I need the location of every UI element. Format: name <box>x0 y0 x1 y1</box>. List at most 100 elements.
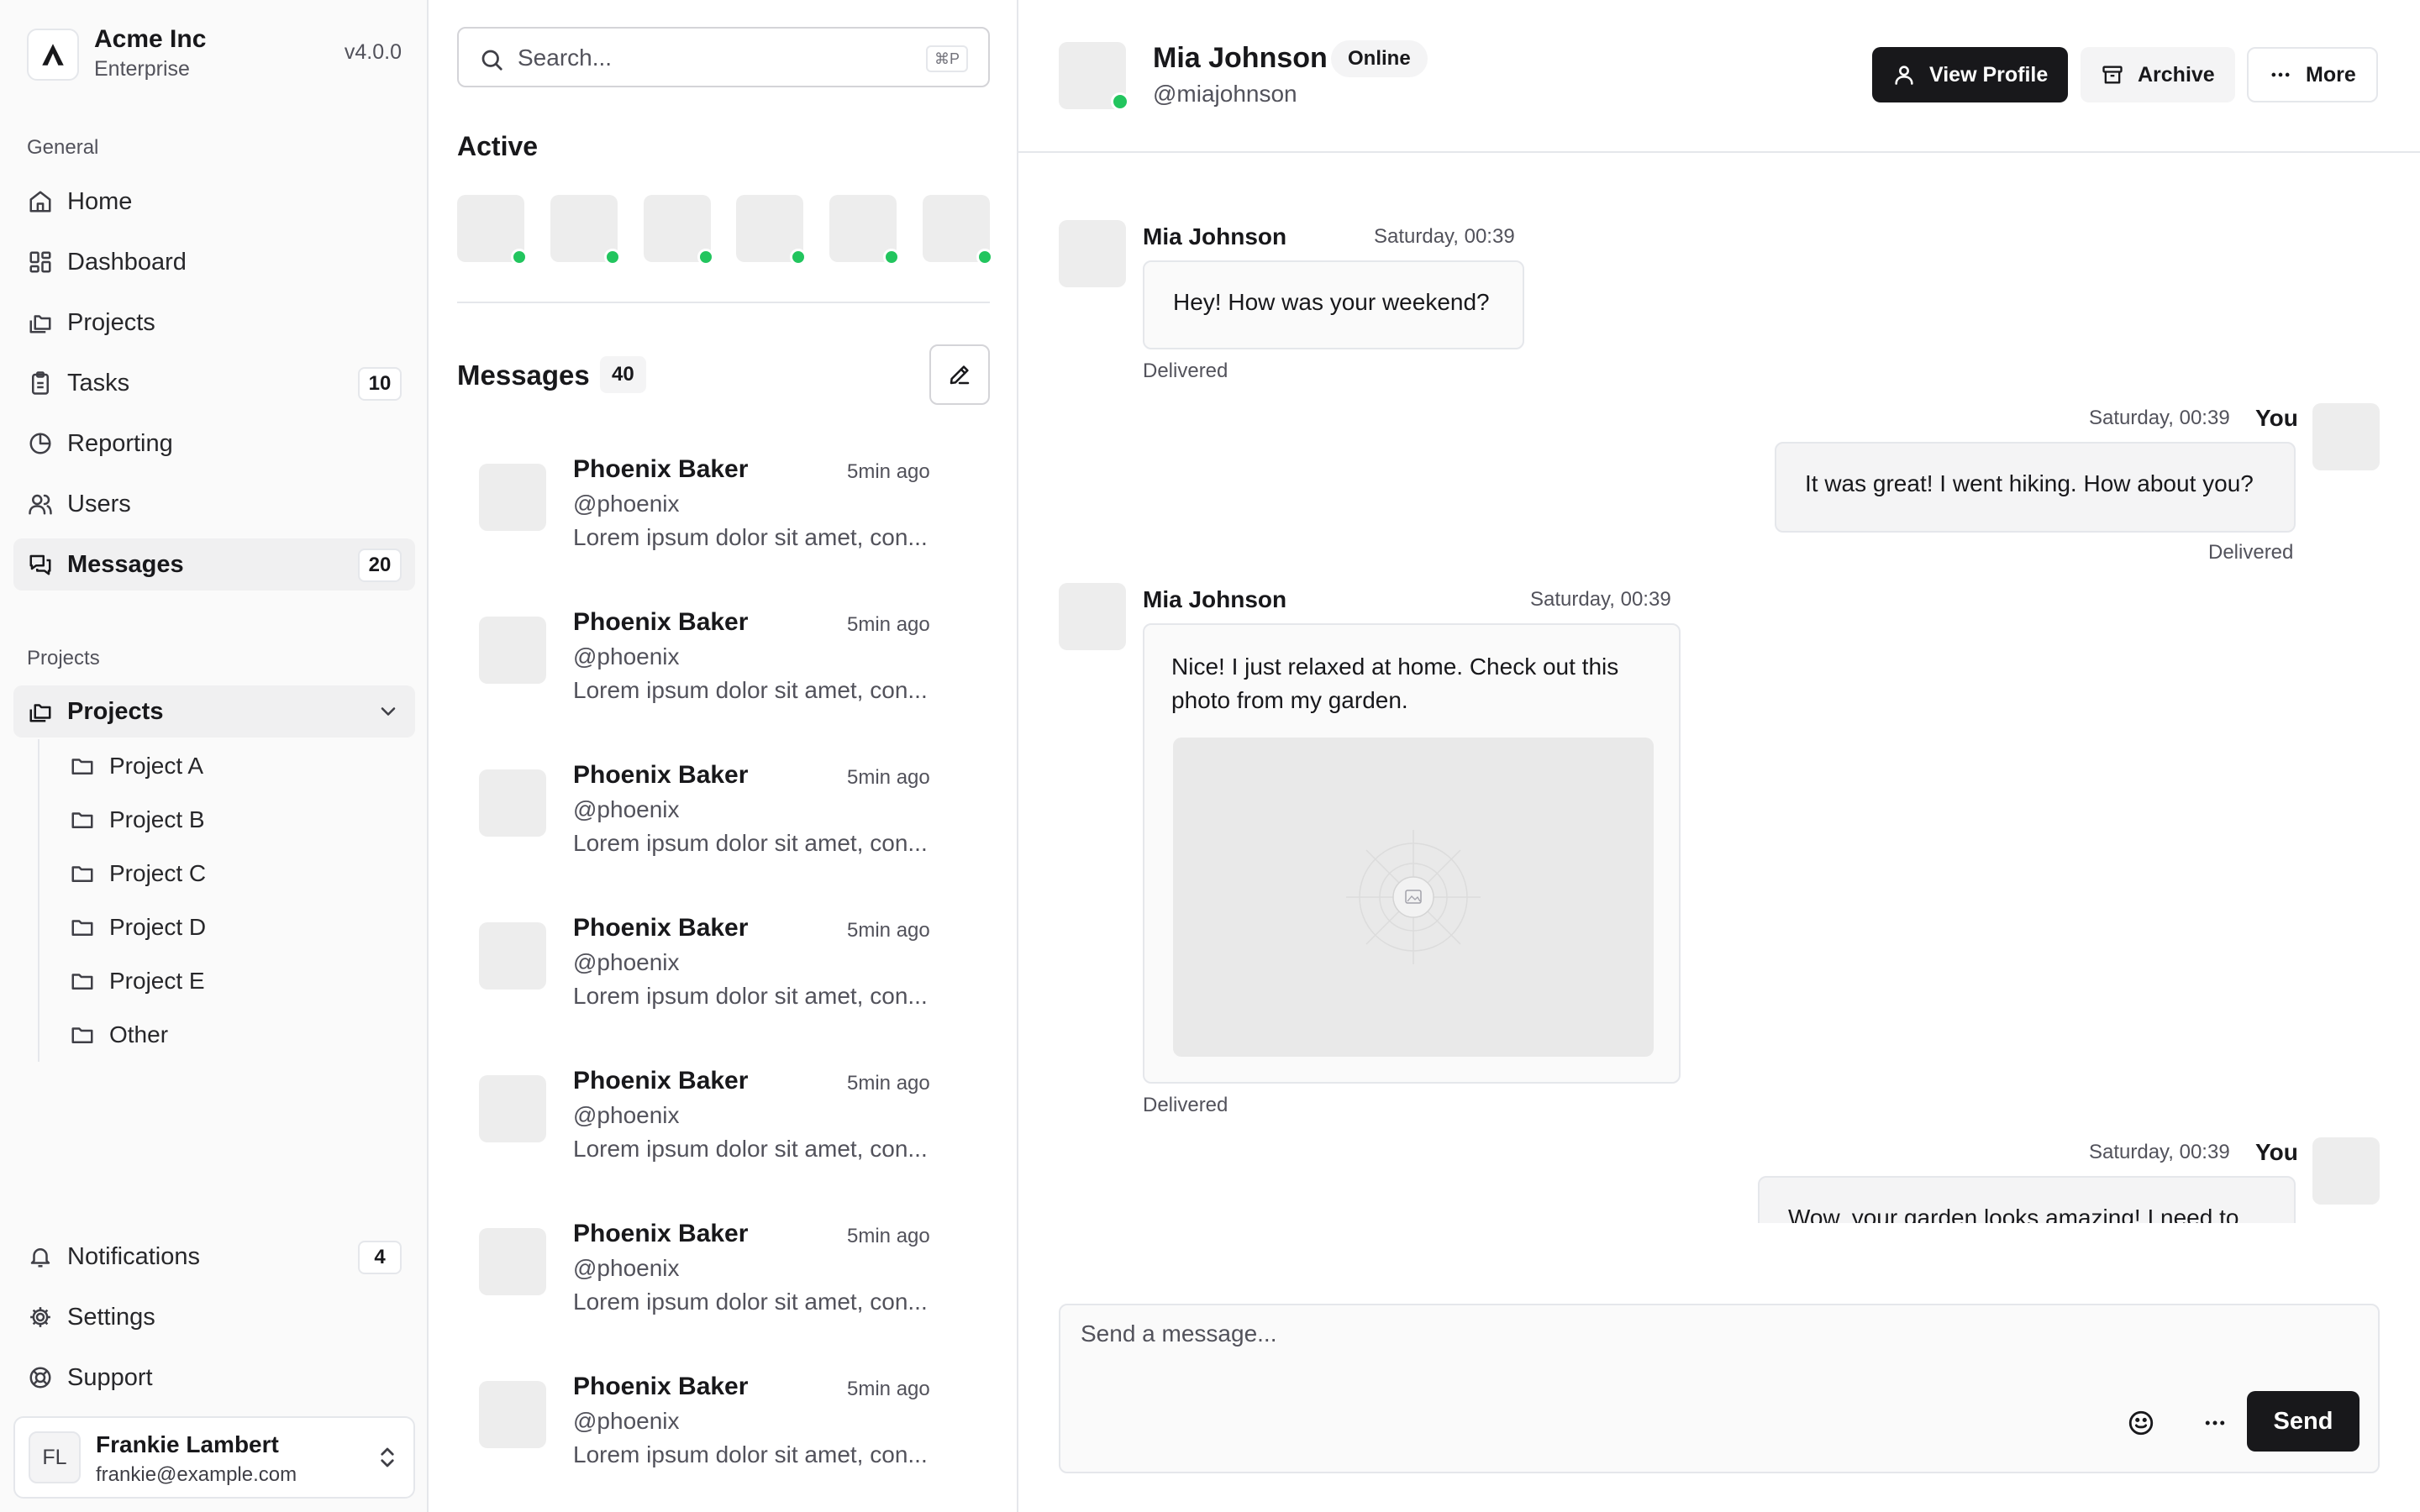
workspace-switcher[interactable]: Acme Inc Enterprise v4.0.0 <box>27 25 402 82</box>
project-item-other[interactable]: Other <box>69 1016 168 1053</box>
sidebar-item-settings[interactable]: Settings <box>13 1291 415 1343</box>
conversation-item[interactable]: Phoenix Baker 5min ago @phoenix Lorem ip… <box>469 914 990 1023</box>
active-user-avatar[interactable] <box>457 195 528 265</box>
sidebar-item-label: Notifications <box>67 1242 200 1270</box>
conversation-time: 5min ago <box>847 766 930 789</box>
conversation-preview: Lorem ipsum dolor sit amet, con... <box>573 1289 928 1315</box>
conversation-name: Phoenix Baker <box>573 761 749 789</box>
section-label-projects: Projects <box>27 647 100 669</box>
active-user-avatar[interactable] <box>923 195 993 265</box>
avatar[interactable] <box>1059 42 1129 111</box>
composer-more-button[interactable] <box>2191 1399 2238 1446</box>
search-input[interactable] <box>518 40 904 76</box>
avatar <box>1059 220 1126 287</box>
sidebar-item-label: Users <box>67 490 131 517</box>
online-indicator <box>790 249 807 265</box>
online-indicator <box>697 249 714 265</box>
more-button[interactable]: More <box>2247 47 2378 102</box>
archive-button[interactable]: Archive <box>2081 47 2235 102</box>
conversation-name: Phoenix Baker <box>573 914 749 942</box>
project-item-c[interactable]: Project C <box>69 855 206 892</box>
pencil-icon <box>947 362 972 387</box>
sidebar-item-messages[interactable]: Messages 20 <box>13 538 415 591</box>
users-icon <box>27 491 54 517</box>
projects-group-toggle[interactable]: Projects <box>13 685 415 738</box>
sidebar-item-home[interactable]: Home <box>13 176 415 228</box>
conversation-item[interactable]: Phoenix Baker 5min ago @phoenix Lorem ip… <box>469 608 990 717</box>
active-user-avatar[interactable] <box>736 195 807 265</box>
message-status: Delivered <box>1143 360 1228 382</box>
chevrons-up-down-icon <box>375 1445 400 1470</box>
conversation-item[interactable]: Phoenix Baker 5min ago @phoenix Lorem ip… <box>469 1067 990 1176</box>
project-item-b[interactable]: Project B <box>69 801 205 838</box>
emoji-button[interactable] <box>2118 1399 2165 1446</box>
messages-icon <box>27 551 54 578</box>
notifications-count-badge: 4 <box>358 1241 402 1274</box>
conversation-time: 5min ago <box>847 919 930 942</box>
online-indicator <box>976 249 993 265</box>
user-menu[interactable]: FL Frankie Lambert frankie@example.com <box>13 1416 415 1499</box>
more-label: More <box>2306 62 2356 87</box>
sidebar-item-tasks[interactable]: Tasks 10 <box>13 357 415 409</box>
view-profile-label: View Profile <box>1929 62 2049 87</box>
app-version: v4.0.0 <box>344 40 402 64</box>
home-icon <box>27 188 54 215</box>
conversation-item[interactable]: Phoenix Baker 5min ago @phoenix Lorem ip… <box>469 1220 990 1329</box>
send-button[interactable]: Send <box>2247 1391 2360 1452</box>
chevron-down-icon <box>376 700 400 723</box>
avatar <box>479 464 546 531</box>
sidebar-item-users[interactable]: Users <box>13 478 415 530</box>
message-bubble: Nice! I just relaxed at home. Check out … <box>1143 623 1681 1084</box>
active-user-avatar[interactable] <box>829 195 900 265</box>
folders-icon <box>27 698 54 725</box>
active-user-avatar[interactable] <box>550 195 621 265</box>
conversation-item[interactable]: Phoenix Baker 5min ago @phoenix Lorem ip… <box>469 761 990 870</box>
conversation-handle: @phoenix <box>573 643 680 669</box>
sidebar-item-label: Projects <box>67 308 155 336</box>
message-text: It was great! I went hiking. How about y… <box>1805 470 2254 496</box>
project-item-a[interactable]: Project A <box>69 748 203 785</box>
sidebar-item-dashboard[interactable]: Dashboard <box>13 236 415 288</box>
sidebar-item-projects[interactable]: Projects <box>13 297 415 349</box>
view-profile-button[interactable]: View Profile <box>1872 47 2069 102</box>
conversation-time: 5min ago <box>847 1072 930 1095</box>
project-item-e[interactable]: Project E <box>69 963 205 1000</box>
active-user-avatar[interactable] <box>644 195 714 265</box>
conversation-handle: @phoenix <box>573 1408 680 1434</box>
message-author: You <box>2255 1139 2298 1165</box>
sidebar-item-label: Messages <box>67 550 184 578</box>
message-time: Saturday, 00:39 <box>2089 407 2230 429</box>
message-bubble: Wow, your garden looks amazing! I need t… <box>1758 1176 2296 1223</box>
sidebar-item-support[interactable]: Support <box>13 1352 415 1404</box>
search-box[interactable]: ⌘P <box>457 27 990 87</box>
online-indicator <box>604 249 621 265</box>
lifebuoy-icon <box>27 1364 54 1391</box>
conversation-time: 5min ago <box>847 1378 930 1400</box>
garden-photo-placeholder[interactable] <box>1173 738 1654 1057</box>
conversation-time: 5min ago <box>847 613 930 636</box>
conversation-item[interactable]: Phoenix Baker 5min ago @phoenix Lorem ip… <box>469 1373 990 1482</box>
avatar <box>1059 583 1126 650</box>
conversation-name: Phoenix Baker <box>573 608 749 636</box>
contact-name: Mia Johnson <box>1153 42 1328 74</box>
project-item-label: Project A <box>109 753 204 779</box>
message-input[interactable] <box>1081 1320 2341 1371</box>
sidebar-item-notifications[interactable]: Notifications 4 <box>13 1231 415 1283</box>
compose-button[interactable] <box>929 344 990 405</box>
folder-icon <box>69 753 96 780</box>
clipboard-icon <box>27 370 54 396</box>
messages-section-title: Messages <box>457 360 590 391</box>
conversation-item[interactable]: Phoenix Baker 5min ago @phoenix Lorem ip… <box>469 455 990 564</box>
conversation-preview: Lorem ipsum dolor sit amet, con... <box>573 1441 928 1467</box>
online-indicator <box>511 249 528 265</box>
gear-icon <box>27 1304 54 1331</box>
contact-handle: @miajohnson <box>1153 81 1297 107</box>
chat-panel: Mia Johnson Online @miajohnson View Prof… <box>1018 0 2420 1512</box>
user-name: Frankie Lambert <box>96 1431 279 1457</box>
user-icon <box>1892 63 1916 87</box>
section-label-general: General <box>27 136 99 159</box>
project-item-d[interactable]: Project D <box>69 909 206 946</box>
sidebar-item-reporting[interactable]: Reporting <box>13 417 415 470</box>
messages-count-badge: 40 <box>600 356 646 393</box>
image-placeholder-icon <box>1346 830 1481 964</box>
